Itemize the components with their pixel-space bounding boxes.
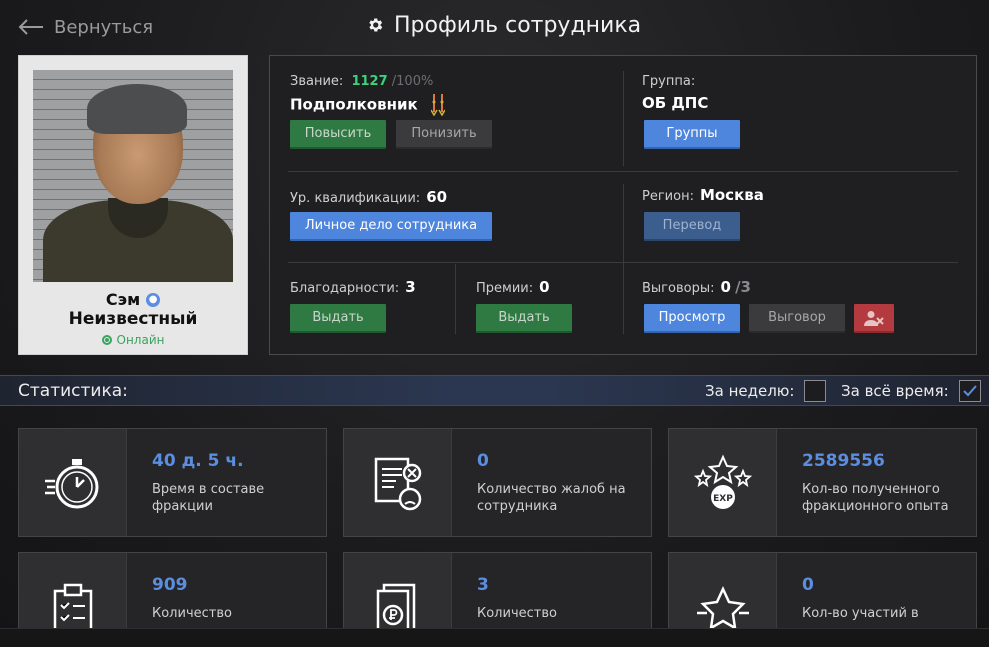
region-row: Регион: Москва [642,186,764,204]
group-label: Группа: [642,74,696,89]
page-title-text: Профиль сотрудника [394,12,642,38]
week-label: За неделю: [705,382,795,400]
checkmark-icon [962,385,977,397]
stat-value: 0 [802,575,814,595]
transfer-button[interactable]: Перевод [644,212,740,241]
stat-description: Количество [152,606,232,621]
give-bonus-button[interactable]: Выдать [476,304,572,333]
back-label: Вернуться [54,16,154,38]
stat-value: 2589556 [802,451,885,471]
stat-icon-box: EXP [669,429,777,536]
give-thanks-button[interactable]: Выдать [290,304,386,333]
remove-user-icon [864,310,884,326]
user-icon: ● [146,292,161,307]
demote-button[interactable]: Понизить [396,120,492,149]
stat-value: 3 [477,575,489,595]
rank-value: 1127 [351,74,388,89]
week-filter: За неделю: [705,380,827,402]
fire-employee-button[interactable] [854,304,894,333]
all-time-filter: За всё время: [841,380,981,402]
thanks-row: Благодарности: 3 [290,278,416,296]
bonuses-value: 0 [539,278,550,296]
rank-insignia-icon [430,94,446,117]
rank-name: Подполковник [290,94,446,117]
info-panel: Звание: 1127 /100% Подполковник Повысить… [269,55,977,355]
qualification-value: 60 [426,188,448,206]
stat-description: Количество [477,606,557,621]
group-name: ОБ ДПС [642,94,709,112]
region-value: Москва [699,186,764,204]
issue-reprimand-button[interactable]: Выговор [749,304,845,333]
stat-description: Время в составе фракции [152,482,265,514]
bottom-bar [0,628,989,647]
stats-header: Статистика: За неделю: За всё время: [0,375,989,406]
all-time-label: За всё время: [841,382,949,400]
rank-max: /100% [391,74,434,89]
promote-button[interactable]: Повысить [290,120,386,149]
stopwatch-icon [44,458,98,508]
stat-icon-box [344,429,452,536]
stat-card: EXP 2589556 Кол-во полученного фракционн… [668,428,977,537]
thanks-value: 3 [405,278,416,296]
svg-text:EXP: EXP [713,494,733,504]
stat-description: Кол-во участий в [802,606,919,621]
reprimands-max: /3 [735,278,751,296]
bonuses-row: Премии: 0 [476,278,550,296]
stat-description: Кол-во полученного фракционного опыта [802,482,949,514]
stat-icon-box [19,429,127,536]
week-checkbox[interactable] [804,380,827,402]
stat-description: Количество жалоб на сотрудника [477,482,626,514]
complaint-icon [374,457,421,510]
first-name: Сэм ● [19,290,247,309]
profile-card: Сэм ● Неизвестный Онлайн [18,55,248,355]
reprimands-value: 0 [720,278,731,296]
page-title: Профиль сотрудника [366,10,641,40]
gear-icon [369,18,383,32]
exp-icon: EXP [693,454,752,509]
personal-file-button[interactable]: Личное дело сотрудника [290,212,492,241]
all-time-checkbox[interactable] [958,380,981,402]
back-button[interactable]: Вернуться [18,14,153,40]
groups-button[interactable]: Группы [644,120,740,149]
reprimands-row: Выговоры: 0 /3 [642,278,751,296]
last-name: Неизвестный [68,309,198,329]
mugshot-photo [33,70,233,282]
online-dot-icon [101,335,112,345]
stat-card: 40 д. 5 ч. Время в составе фракции [18,428,327,537]
qualification-row: Ур. квалификации: 60 [290,188,448,206]
view-reprimands-button[interactable]: Просмотр [644,304,740,333]
online-status: Онлайн [19,333,247,347]
rank-label-row: Звание: 1127 /100% [290,74,434,89]
arrow-left-icon [18,19,43,35]
stats-title: Статистика: [18,381,128,401]
stat-value: 0 [477,451,489,471]
stat-card: 0 Количество жалоб на сотрудника [343,428,652,537]
stat-value: 40 д. 5 ч. [152,451,244,471]
stat-value: 909 [152,575,188,595]
